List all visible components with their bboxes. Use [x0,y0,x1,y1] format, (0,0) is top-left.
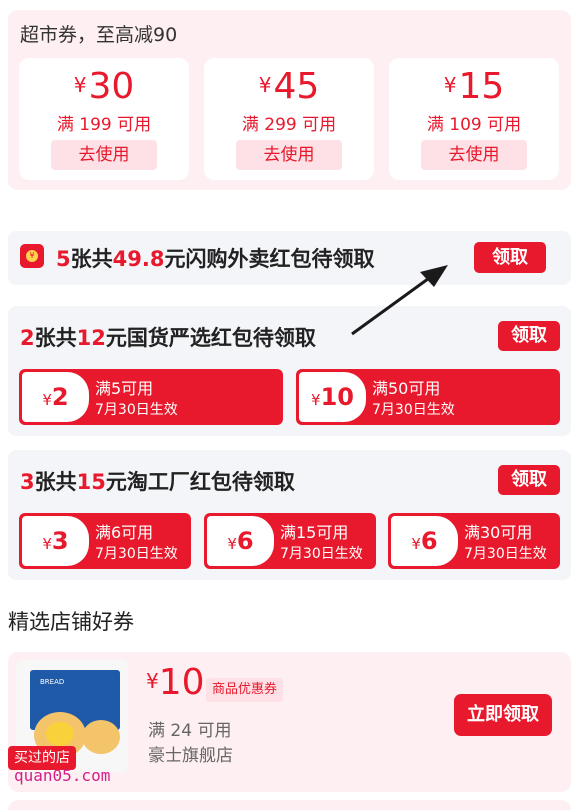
arrow-annotation-icon [351,265,448,336]
